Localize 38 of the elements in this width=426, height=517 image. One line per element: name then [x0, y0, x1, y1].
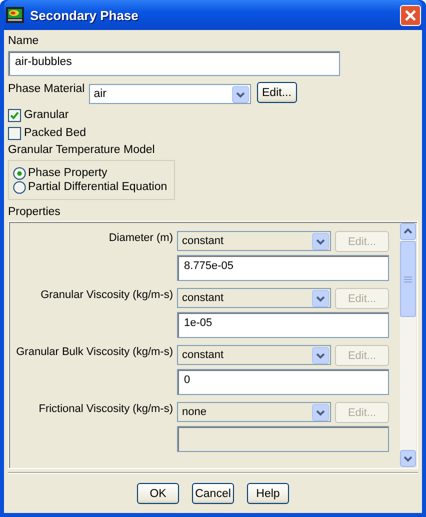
grip-icon	[404, 276, 412, 282]
method-dropdown[interactable]: constant	[177, 288, 331, 308]
checkbox-label: Packed Bed	[24, 127, 86, 139]
value-field[interactable]: 0	[177, 369, 389, 395]
method-dropdown[interactable]: constant	[177, 231, 331, 251]
name-field[interactable]: air-bubbles	[8, 51, 340, 76]
window-title: Secondary Phase	[30, 8, 140, 22]
radio-label: Phase Property	[28, 167, 108, 179]
name-label: Name	[8, 34, 40, 49]
group-label: Granular Temperature Model	[8, 143, 156, 158]
method-dropdown[interactable]: none	[177, 402, 331, 422]
checkbox-label: Granular	[24, 109, 69, 121]
properties-label: Properties	[8, 205, 62, 220]
method-dropdown[interactable]: constant	[177, 345, 331, 365]
dialog-button[interactable]: Help	[247, 483, 289, 504]
dialog-button[interactable]: Cancel	[192, 483, 234, 504]
value-field[interactable]: 1e-05	[177, 312, 389, 338]
radio-label: Partial Differential Equation	[28, 181, 168, 193]
property-label: Granular Bulk Viscosity (kg/m-s)	[15, 345, 173, 360]
value-field[interactable]: 8.775e-05	[177, 255, 389, 281]
property-label: Granular Viscosity (kg/m-s)	[40, 288, 173, 303]
scrollbar-thumb[interactable]	[400, 241, 416, 317]
checkbox[interactable]	[8, 108, 21, 122]
close-icon	[404, 8, 417, 22]
app-icon	[6, 7, 24, 23]
property-label: Frictional Viscosity (kg/m-s)	[38, 402, 173, 417]
checkbox[interactable]	[8, 126, 21, 140]
dialog-button[interactable]: OK	[137, 483, 179, 504]
scrollbar[interactable]	[400, 223, 416, 467]
scroll-down-icon[interactable]	[400, 450, 416, 467]
scroll-up-icon[interactable]	[400, 223, 416, 240]
phase-material-dropdown[interactable]: air	[88, 84, 251, 104]
property-label: Diameter (m)	[108, 231, 173, 246]
radio-button[interactable]	[13, 180, 26, 194]
edit-button[interactable]: Edit...	[256, 82, 297, 103]
radio-button[interactable]	[13, 166, 26, 180]
phase-material-label: Phase Material	[8, 82, 85, 97]
close-button[interactable]	[400, 4, 421, 26]
